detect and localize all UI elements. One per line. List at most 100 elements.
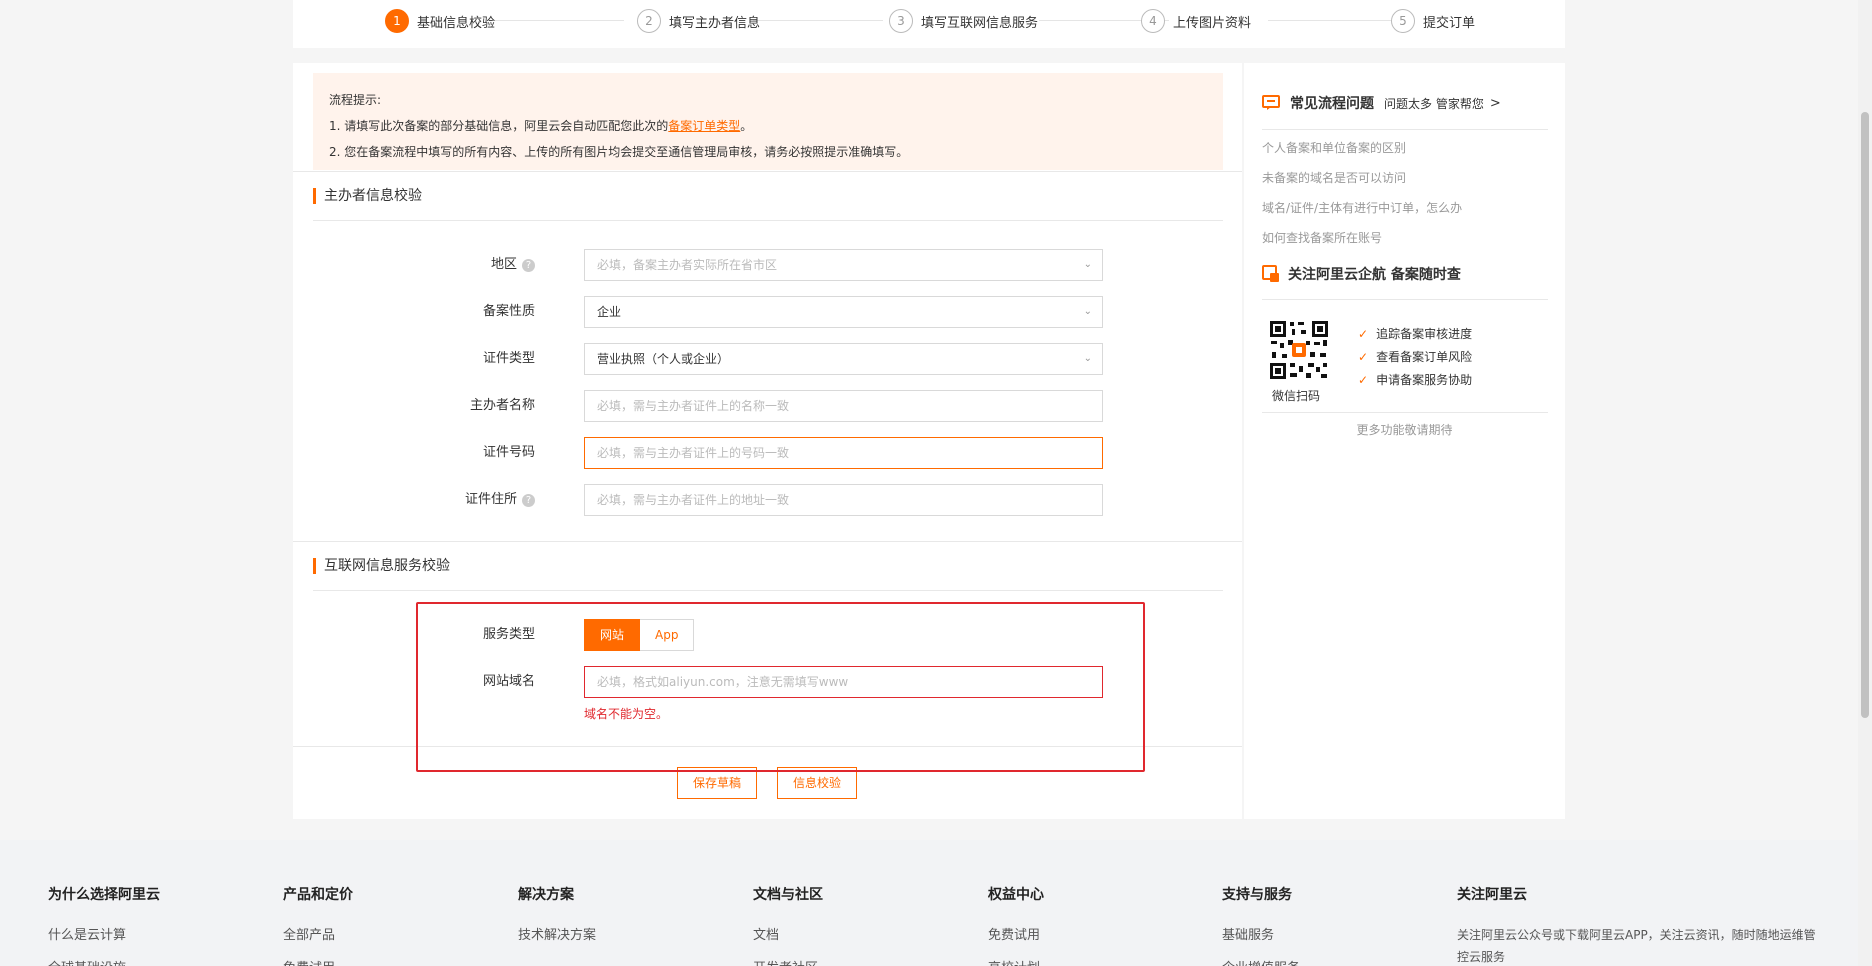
feature-item: ✓ 查看备案订单风险 [1358, 348, 1472, 365]
footer-link[interactable]: 全球基础设施 [48, 957, 160, 966]
domain-error: 域名不能为空。 [584, 707, 669, 721]
divider [293, 171, 1242, 172]
footer-link[interactable]: 免费试用 [988, 924, 1044, 943]
footer-link[interactable]: 开发者社区 [753, 957, 823, 966]
domain-input[interactable] [584, 666, 1103, 698]
help-icon[interactable]: ? [522, 258, 535, 272]
cert-address-label: 证件住所 ? [465, 484, 535, 516]
qr-badge-icon [1262, 265, 1279, 282]
faq-subtitle[interactable]: 问题太多 管家帮您 [1384, 95, 1484, 112]
footer-link[interactable]: 基础服务 [1222, 924, 1300, 943]
faq-title: 常见流程问题 [1290, 96, 1374, 112]
notice-line-1-suffix: 。 [740, 119, 753, 133]
more-features-text: 更多功能敬请期待 [1356, 423, 1453, 437]
help-panel: 常见流程问题 问题太多 管家帮您 > 个人备案和单位备案的区别 未备案的域名是否… [1244, 63, 1565, 819]
faq-link[interactable]: 个人备案和单位备案的区别 [1262, 139, 1406, 156]
nature-select[interactable]: 企业 ⌄ [584, 296, 1103, 328]
notice-line-1: 1. 请填写此次备案的部分基础信息，阿里云会自动匹配您此次的备案订单类型。 [329, 113, 1207, 139]
sponsor-section-title: 主办者信息校验 [313, 188, 422, 204]
step-number: 1 [385, 9, 409, 33]
chevron-right-icon[interactable]: > [1490, 96, 1501, 111]
footer-column: 为什么选择阿里云 什么是云计算 全球基础设施 [48, 884, 160, 966]
divider [1262, 299, 1548, 300]
form-card: 流程提示: 1. 请填写此次备案的部分基础信息，阿里云会自动匹配您此次的备案订单… [293, 63, 1242, 819]
footer-link[interactable]: 全部产品 [283, 924, 353, 943]
scrollbar-thumb[interactable] [1861, 112, 1869, 718]
region-select[interactable]: 必填，备案主办者实际所在省市区 ⌄ [584, 249, 1103, 281]
footer-link[interactable]: 免费试用 [283, 957, 353, 966]
qr-code-image [1268, 319, 1330, 381]
footer-column: 产品和定价 全部产品 免费试用 [283, 884, 353, 966]
footer-column: 解决方案 技术解决方案 [518, 884, 596, 957]
step-number: 4 [1141, 9, 1165, 33]
help-icon[interactable]: ? [522, 493, 535, 507]
step-number: 5 [1391, 9, 1415, 33]
chevron-down-icon: ⌄ [1083, 306, 1092, 317]
cert-type-label: 证件类型 [482, 351, 535, 366]
cert-type-row: 证件类型 营业执照（个人或企业） ⌄ [293, 343, 1242, 375]
region-row: 地区 ? 必填，备案主办者实际所在省市区 ⌄ [293, 249, 1242, 281]
footer-follow-text: 关注阿里云公众号或下载阿里云APP，关注云资讯，随时随地运维管控云服务 [1457, 928, 1816, 964]
footer-heading: 为什么选择阿里云 [48, 887, 160, 903]
check-icon: ✓ [1358, 326, 1369, 341]
cert-type-select[interactable]: 营业执照（个人或企业） ⌄ [584, 343, 1103, 375]
cert-number-input[interactable] [584, 437, 1103, 469]
check-icon: ✓ [1358, 349, 1369, 364]
step-1: 1 基础信息校验 [385, 9, 495, 33]
sponsor-name-row: 主办者名称 [293, 390, 1242, 422]
sponsor-name-label: 主办者名称 [469, 398, 535, 413]
cert-address-label-text: 证件住所 [464, 492, 517, 507]
nature-label: 备案性质 [482, 304, 535, 319]
save-draft-button[interactable]: 保存草稿 [677, 767, 757, 799]
divider [293, 541, 1242, 542]
site-footer: 为什么选择阿里云 什么是云计算 全球基础设施 产品和定价 全部产品 免费试用 解… [0, 840, 1872, 966]
chat-icon [1262, 95, 1280, 110]
footer-link[interactable]: 技术解决方案 [518, 924, 596, 943]
divider [1262, 412, 1548, 413]
cert-address-input[interactable] [584, 484, 1103, 516]
footer-link[interactable]: 文档 [753, 924, 823, 943]
step-label: 基础信息校验 [417, 15, 496, 31]
step-number: 2 [637, 9, 661, 33]
faq-link[interactable]: 域名/证件/主体有进行中订单，怎么办 [1262, 199, 1462, 216]
chevron-down-icon: ⌄ [1083, 259, 1092, 270]
feature-item: ✓ 追踪备案审核进度 [1358, 325, 1472, 342]
step-4: 4 上传图片资料 [1141, 9, 1251, 33]
step-label: 上传图片资料 [1173, 15, 1252, 31]
divider [1262, 129, 1548, 130]
footer-link[interactable]: 企业增值服务 [1222, 957, 1300, 966]
internet-section-title: 互联网信息服务校验 [313, 558, 450, 574]
service-type-row: 服务类型 网站 App [293, 619, 1242, 651]
cert-address-row: 证件住所 ? [293, 484, 1242, 516]
faq-link[interactable]: 未备案的域名是否可以访问 [1262, 169, 1406, 186]
faq-link[interactable]: 如何查找备案所在账号 [1262, 229, 1382, 246]
footer-heading: 权益中心 [988, 887, 1044, 903]
cert-type-value: 营业执照（个人或企业） [597, 352, 730, 366]
feature-item: ✓ 申请备案服务协助 [1358, 371, 1472, 388]
step-label: 提交订单 [1423, 15, 1476, 31]
divider [313, 590, 1223, 591]
cert-number-label: 证件号码 [482, 445, 535, 460]
order-type-link[interactable]: 备案订单类型 [668, 119, 740, 133]
notice-line-1-text: 1. 请填写此次备案的部分基础信息，阿里云会自动匹配您此次的 [329, 119, 669, 133]
divider [313, 220, 1223, 221]
footer-column: 权益中心 免费试用 高校计划 [988, 884, 1044, 966]
domain-row: 网站域名 [293, 666, 1242, 698]
service-type-toggle: 网站 App [584, 619, 695, 651]
footer-link[interactable]: 高校计划 [988, 957, 1044, 966]
verify-button[interactable]: 信息校验 [777, 767, 857, 799]
feature-text: 追踪备案审核进度 [1376, 327, 1473, 341]
footer-heading: 产品和定价 [283, 887, 353, 903]
footer-heading: 文档与社区 [753, 887, 823, 903]
service-type-app[interactable]: App [640, 619, 695, 651]
service-type-website[interactable]: 网站 [584, 619, 641, 651]
step-connector [494, 20, 624, 21]
footer-link[interactable]: 什么是云计算 [48, 924, 160, 943]
region-label: 地区 ? [491, 249, 535, 281]
nature-row: 备案性质 企业 ⌄ [293, 296, 1242, 328]
divider [293, 746, 1242, 747]
notice-line-2: 2. 您在备案流程中填写的所有内容、上传的所有图片均会提交至通信管理局审核，请务… [329, 145, 909, 159]
process-notice: 流程提示: 1. 请填写此次备案的部分基础信息，阿里云会自动匹配您此次的备案订单… [313, 73, 1223, 170]
sponsor-name-input[interactable] [584, 390, 1103, 422]
footer-heading: 支持与服务 [1222, 887, 1292, 903]
